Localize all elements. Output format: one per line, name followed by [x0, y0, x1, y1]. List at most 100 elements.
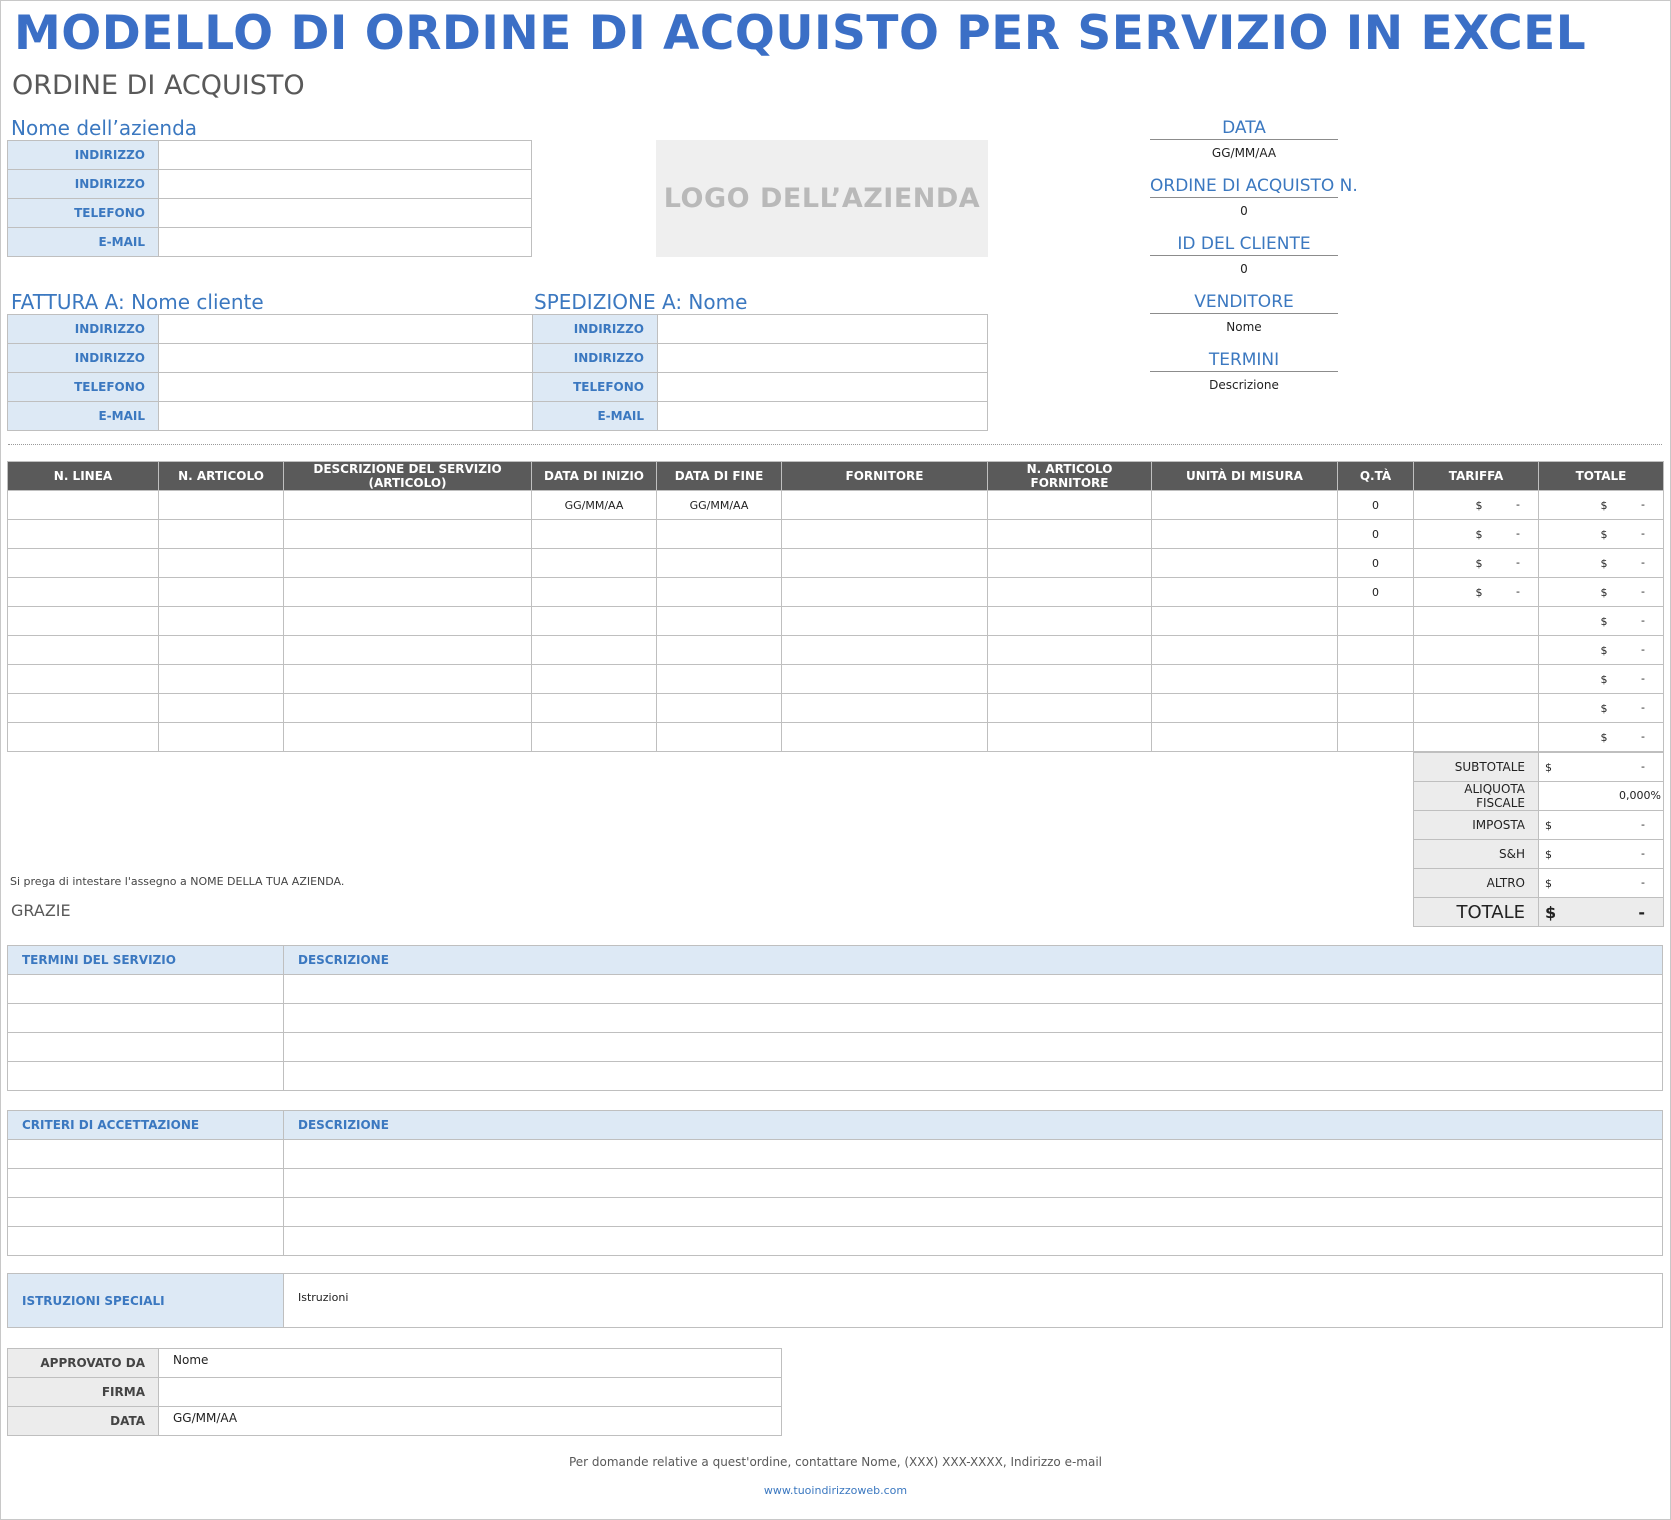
- item-number-cell[interactable]: [158, 490, 284, 520]
- quantity-cell[interactable]: 0: [1337, 519, 1414, 549]
- bill-address-field[interactable]: [158, 314, 533, 344]
- supplier-cell[interactable]: [781, 577, 988, 607]
- start-date-cell[interactable]: [531, 519, 657, 549]
- line-number-cell[interactable]: [7, 577, 159, 607]
- start-date-cell[interactable]: [531, 635, 657, 665]
- company-address2-field[interactable]: [158, 169, 532, 199]
- website-link[interactable]: www.tuoindirizzoweb.com: [0, 1484, 1671, 1497]
- unit-cell[interactable]: [1151, 635, 1338, 665]
- supplier-item-number-cell[interactable]: [987, 548, 1152, 578]
- rate-cell[interactable]: $ -: [1413, 490, 1539, 520]
- unit-cell[interactable]: [1151, 577, 1338, 607]
- end-date-cell[interactable]: [656, 548, 782, 578]
- line-number-cell[interactable]: [7, 606, 159, 636]
- unit-cell[interactable]: [1151, 519, 1338, 549]
- rate-cell[interactable]: [1413, 664, 1539, 694]
- quantity-cell[interactable]: [1337, 722, 1414, 752]
- line-number-cell[interactable]: [7, 635, 159, 665]
- quantity-cell[interactable]: [1337, 635, 1414, 665]
- rate-cell[interactable]: [1413, 606, 1539, 636]
- supplier-cell[interactable]: [781, 722, 988, 752]
- service-description-cell[interactable]: [283, 577, 532, 607]
- unit-cell[interactable]: [1151, 693, 1338, 723]
- start-date-cell[interactable]: [531, 693, 657, 723]
- ship-phone-field[interactable]: [657, 372, 988, 402]
- meta-seller-value[interactable]: Nome: [1150, 320, 1338, 334]
- company-logo-placeholder[interactable]: LOGO DELL’AZIENDA: [656, 140, 988, 257]
- item-number-cell[interactable]: [158, 548, 284, 578]
- end-date-cell[interactable]: [656, 606, 782, 636]
- total-cell[interactable]: $ -: [1538, 693, 1664, 723]
- item-number-cell[interactable]: [158, 693, 284, 723]
- approved-by-field[interactable]: Nome: [158, 1348, 782, 1378]
- start-date-cell[interactable]: GG/MM/AA: [531, 490, 657, 520]
- quantity-cell[interactable]: 0: [1337, 577, 1414, 607]
- company-address-field[interactable]: [158, 140, 532, 170]
- quantity-cell[interactable]: [1337, 664, 1414, 694]
- total-cell[interactable]: $ -: [1538, 490, 1664, 520]
- item-number-cell[interactable]: [158, 664, 284, 694]
- line-number-cell[interactable]: [7, 548, 159, 578]
- line-number-cell[interactable]: [7, 519, 159, 549]
- signature-field[interactable]: [158, 1377, 782, 1407]
- quantity-cell[interactable]: [1337, 606, 1414, 636]
- supplier-cell[interactable]: [781, 664, 988, 694]
- service-term-cell[interactable]: [7, 974, 284, 1004]
- service-description-cell[interactable]: [283, 490, 532, 520]
- acceptance-criterion-cell[interactable]: [7, 1226, 284, 1256]
- supplier-item-number-cell[interactable]: [987, 577, 1152, 607]
- meta-terms-value[interactable]: Descrizione: [1150, 378, 1338, 392]
- item-number-cell[interactable]: [158, 577, 284, 607]
- rate-cell[interactable]: $ -: [1413, 577, 1539, 607]
- special-instructions-field[interactable]: Istruzioni: [283, 1273, 1663, 1328]
- total-cell[interactable]: $ -: [1538, 664, 1664, 694]
- supplier-item-number-cell[interactable]: [987, 490, 1152, 520]
- ship-address2-field[interactable]: [657, 343, 988, 373]
- supplier-item-number-cell[interactable]: [987, 693, 1152, 723]
- quantity-cell[interactable]: 0: [1337, 490, 1414, 520]
- rate-cell[interactable]: [1413, 635, 1539, 665]
- service-description-cell[interactable]: [283, 635, 532, 665]
- meta-po-number-value[interactable]: 0: [1150, 204, 1338, 218]
- end-date-cell[interactable]: [656, 722, 782, 752]
- bill-phone-field[interactable]: [158, 372, 533, 402]
- service-description-cell[interactable]: [283, 722, 532, 752]
- service-term-description-cell[interactable]: [283, 974, 1663, 1004]
- end-date-cell[interactable]: [656, 664, 782, 694]
- bill-address2-field[interactable]: [158, 343, 533, 373]
- total-cell[interactable]: $ -: [1538, 577, 1664, 607]
- supplier-cell[interactable]: [781, 519, 988, 549]
- acceptance-description-cell[interactable]: [283, 1168, 1663, 1198]
- line-number-cell[interactable]: [7, 490, 159, 520]
- meta-client-id-value[interactable]: 0: [1150, 262, 1338, 276]
- unit-cell[interactable]: [1151, 490, 1338, 520]
- rate-cell[interactable]: $ -: [1413, 519, 1539, 549]
- acceptance-description-cell[interactable]: [283, 1197, 1663, 1227]
- ship-email-field[interactable]: [657, 401, 988, 431]
- item-number-cell[interactable]: [158, 722, 284, 752]
- supplier-item-number-cell[interactable]: [987, 519, 1152, 549]
- unit-cell[interactable]: [1151, 722, 1338, 752]
- company-phone-field[interactable]: [158, 198, 532, 228]
- supplier-item-number-cell[interactable]: [987, 606, 1152, 636]
- service-description-cell[interactable]: [283, 548, 532, 578]
- start-date-cell[interactable]: [531, 664, 657, 694]
- service-description-cell[interactable]: [283, 693, 532, 723]
- total-cell[interactable]: $ -: [1538, 548, 1664, 578]
- supplier-item-number-cell[interactable]: [987, 635, 1152, 665]
- service-description-cell[interactable]: [283, 606, 532, 636]
- line-number-cell[interactable]: [7, 693, 159, 723]
- supplier-cell[interactable]: [781, 635, 988, 665]
- start-date-cell[interactable]: [531, 577, 657, 607]
- tax-rate-value[interactable]: 0,000%: [1538, 781, 1664, 811]
- unit-cell[interactable]: [1151, 606, 1338, 636]
- acceptance-description-cell[interactable]: [283, 1139, 1663, 1169]
- acceptance-criterion-cell[interactable]: [7, 1139, 284, 1169]
- service-description-cell[interactable]: [283, 664, 532, 694]
- service-term-description-cell[interactable]: [283, 1003, 1663, 1033]
- start-date-cell[interactable]: [531, 606, 657, 636]
- service-term-cell[interactable]: [7, 1061, 284, 1091]
- supplier-cell[interactable]: [781, 490, 988, 520]
- supplier-item-number-cell[interactable]: [987, 722, 1152, 752]
- company-email-field[interactable]: [158, 227, 532, 257]
